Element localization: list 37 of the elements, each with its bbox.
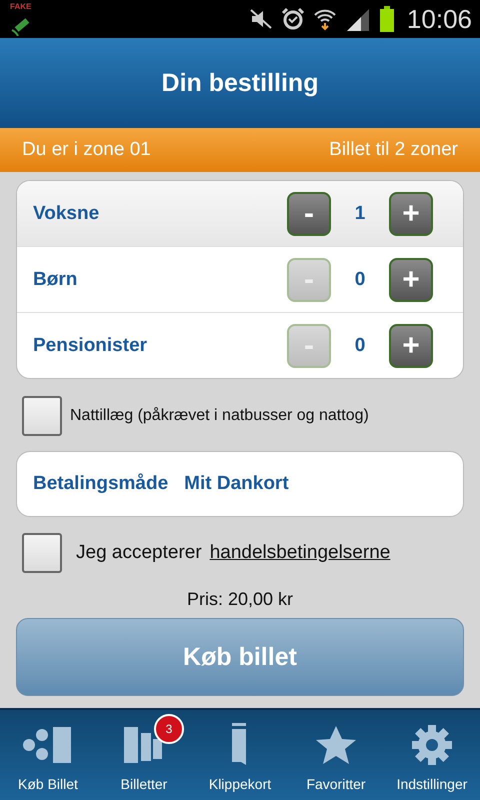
passenger-type: Pensionister <box>33 334 148 356</box>
star-icon <box>315 725 357 765</box>
passenger-type: Børn <box>33 268 78 290</box>
price-label: Pris: 20,00 kr <box>186 589 294 610</box>
nav-tab[interactable]: Køb Billet <box>0 710 96 800</box>
terms-link[interactable]: handelsbetingelserne <box>210 542 390 564</box>
nav-tab[interactable]: Favoritter <box>288 710 384 800</box>
screen-title: Din bestilling <box>162 68 318 98</box>
count-badge: 3 <box>154 714 184 744</box>
count-value: 1 <box>354 202 366 224</box>
ticket-zones-label: Billet til 2 zoner <box>329 139 458 161</box>
plus-button[interactable]: + <box>389 192 433 236</box>
payment-label: Betalingsmåde <box>33 473 168 495</box>
app-icon-label: FAKE <box>10 2 32 11</box>
count-value: 0 <box>354 334 366 356</box>
alarm-icon <box>280 7 305 31</box>
signal-icon <box>344 7 371 31</box>
clock-time: 10:06 <box>406 4 472 34</box>
passenger-type: Voksne <box>33 202 100 224</box>
wifi-icon <box>312 7 337 31</box>
checkbox[interactable] <box>22 533 62 573</box>
mute-icon <box>248 8 273 30</box>
settings-icon <box>411 724 453 766</box>
zone-label: Du er i zone 01 <box>22 139 151 161</box>
terms-label: Jeg accepterer <box>76 542 202 564</box>
nav-tab[interactable]: Indstillinger <box>384 710 480 800</box>
nav-tab[interactable]: 3 Billetter <box>96 710 192 800</box>
payment-value: Mit Dankort <box>184 473 289 495</box>
checkbox-label: Nattillæg (påkrævet i natbusser og nattog) <box>70 407 369 425</box>
plus-button[interactable]: + <box>389 258 433 302</box>
minus-button[interactable]: - <box>287 192 331 236</box>
nav-tab[interactable]: Klippekort <box>192 710 288 800</box>
checkbox[interactable] <box>22 396 62 436</box>
plus-button[interactable]: + <box>389 324 433 368</box>
battery-icon <box>378 6 395 32</box>
payment-method-row[interactable]: Betalingsmåde Mit Dankort <box>16 451 464 517</box>
count-value: 0 <box>354 268 366 290</box>
